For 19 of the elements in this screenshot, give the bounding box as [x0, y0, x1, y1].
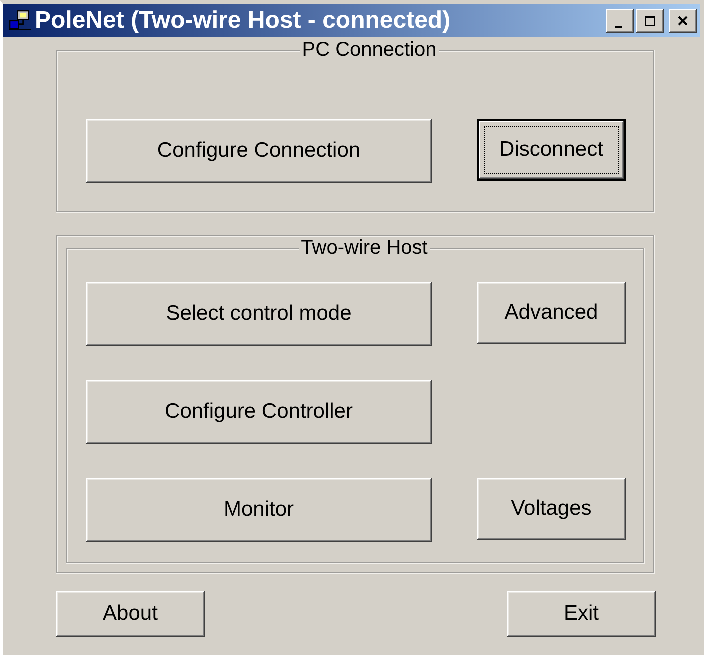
minimize-icon: [615, 26, 622, 28]
computer-network-icon: [9, 10, 31, 32]
dialog-button[interactable]: Voltages: [477, 478, 626, 540]
close-icon: [677, 14, 689, 26]
close-button[interactable]: [669, 8, 697, 32]
dialog-button[interactable]: Configure Connection: [86, 119, 432, 183]
dialog-button[interactable]: Select control mode: [86, 282, 432, 346]
window-title: PoleNet (Two-wire Host - connected): [35, 6, 452, 34]
dialog-button[interactable]: Exit: [507, 591, 656, 637]
maximize-icon: [644, 14, 656, 26]
maximize-button[interactable]: [636, 8, 664, 32]
dialog-button[interactable]: Disconnect: [477, 119, 626, 181]
minimize-button[interactable]: [606, 8, 634, 32]
dialog-button[interactable]: Configure Controller: [86, 380, 432, 444]
dialog-button[interactable]: Monitor: [86, 478, 432, 542]
group-title: PC Connection: [301, 39, 438, 62]
dialog-button[interactable]: About: [56, 591, 205, 637]
dialog-button[interactable]: Advanced: [477, 282, 626, 344]
group-title: Two-wire Host: [300, 237, 429, 260]
